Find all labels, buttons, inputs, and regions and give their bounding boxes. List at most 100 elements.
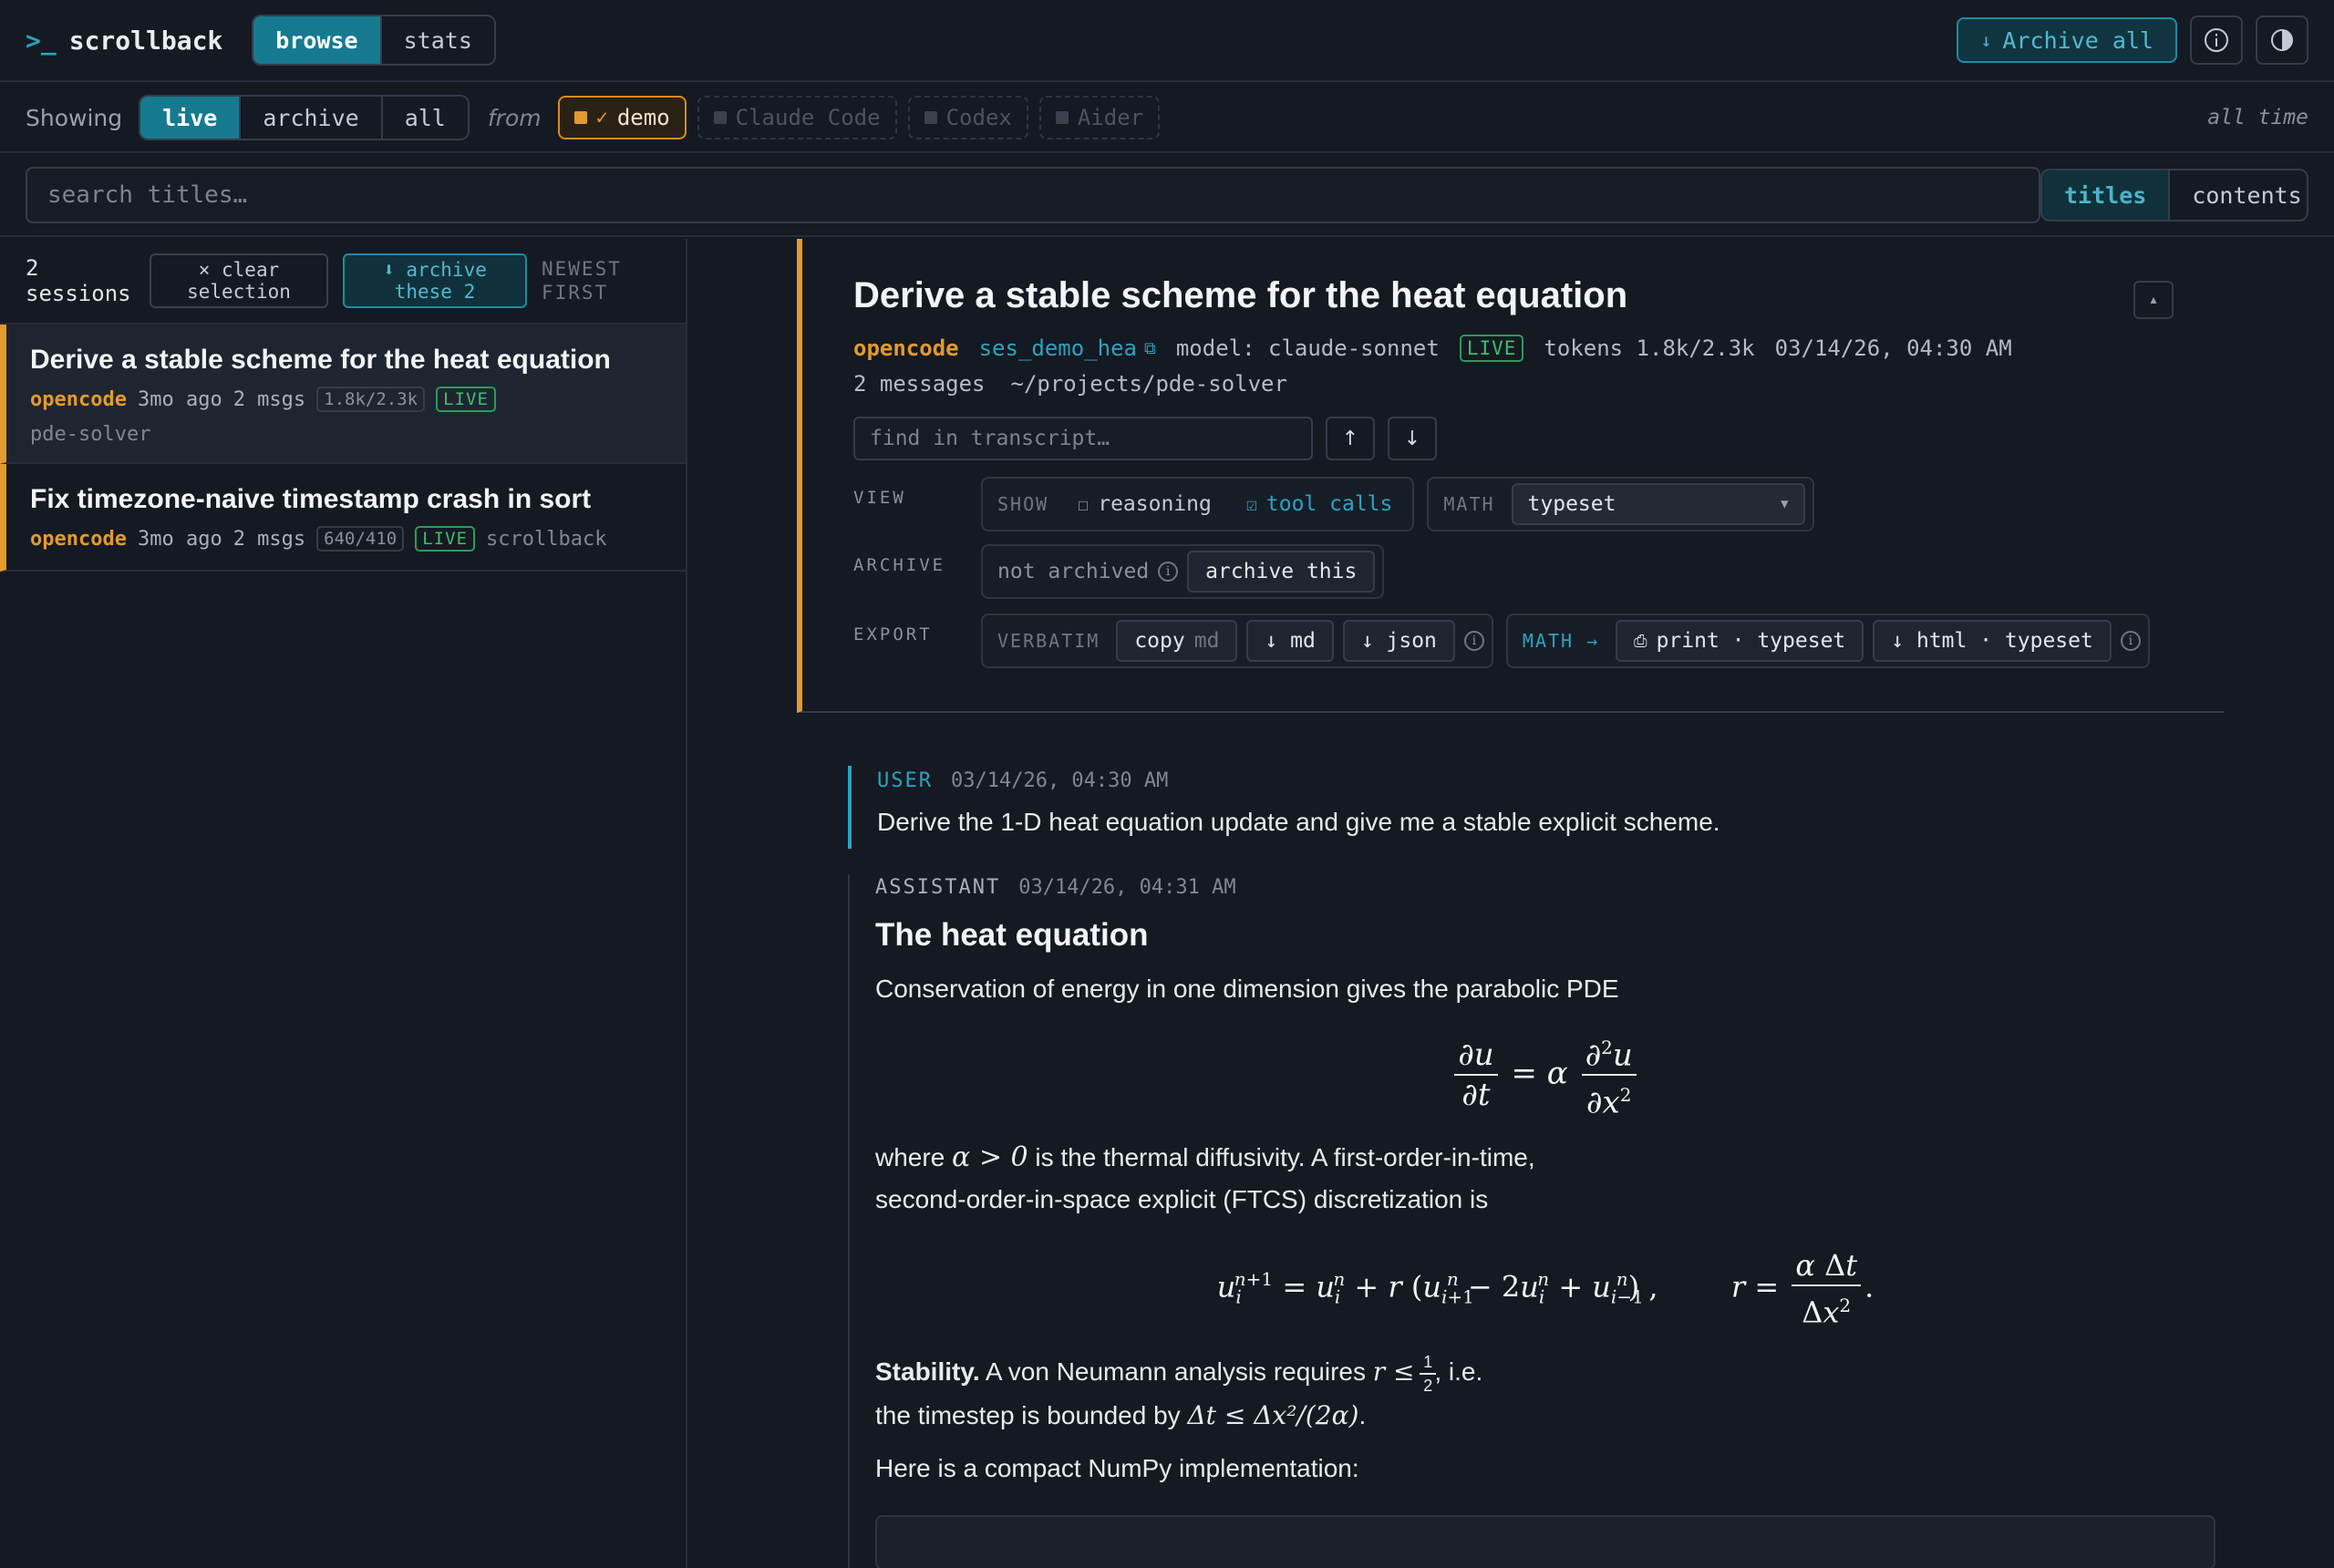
scope-toggle: live archive all <box>139 95 470 140</box>
archive-status: not archived <box>997 560 1150 583</box>
archive-label: ARCHIVE <box>853 555 946 575</box>
contrast-icon <box>2271 29 2293 51</box>
tab-stats[interactable]: stats <box>382 16 494 64</box>
sort-order-toggle[interactable]: NEWEST FIRST <box>542 257 622 304</box>
model-name: model: claude-sonnet <box>1175 335 1440 361</box>
tab-browse[interactable]: browse <box>253 16 382 64</box>
source-chip-aider[interactable]: Aider <box>1038 96 1161 139</box>
session-item[interactable]: Fix timezone-naive timestamp crash in so… <box>0 464 686 572</box>
clear-selection-button[interactable]: × clear selection <box>150 253 328 308</box>
detail-agent: opencode <box>853 335 959 361</box>
scope-archive[interactable]: archive <box>241 97 383 139</box>
source-chip-demo[interactable]: ✓ demo <box>557 96 687 139</box>
info-icon[interactable]: i <box>1158 562 1179 582</box>
detail-meta: opencode ses_demo_hea ⧉ model: claude-so… <box>853 333 2225 364</box>
detail-title: Derive a stable scheme for the heat equa… <box>853 275 1628 315</box>
info-icon[interactable]: i <box>2120 631 2141 651</box>
download-icon: ↓ <box>1980 29 1992 51</box>
source-color-swatch <box>573 111 587 124</box>
find-prev-button[interactable]: ↑ <box>1326 417 1375 460</box>
equation-heat-pde: ∂u ∂t = α ∂2u ∂x2 <box>875 1030 2215 1120</box>
session-list-header: 2 sessions × clear selection ⬇ archive t… <box>0 239 686 325</box>
message-paragraph: Stability. A von Neumann analysis requir… <box>875 1351 2215 1395</box>
math-export-group: MATH → ⎙ print · typeset ↓ html · typese… <box>1505 614 2150 668</box>
session-list-pane: 2 sessions × clear selection ⬇ archive t… <box>0 239 687 1568</box>
checkbox-icon: ☐ <box>1078 493 1090 515</box>
copy-icon[interactable]: ⧉ <box>1144 339 1156 358</box>
info-icon[interactable]: i <box>1463 631 1484 651</box>
archive-this-button[interactable]: archive this <box>1187 551 1376 593</box>
math-mode-select[interactable]: typeset ▼ <box>1511 483 1805 525</box>
source-label: Claude Code <box>735 105 881 130</box>
detail-meta-secondary: 2 messages ~/projects/pde-solver <box>853 371 2225 397</box>
token-usage: tokens 1.8k/2.3k <box>1544 335 1755 361</box>
math-export-caption: MATH → <box>1522 630 1600 652</box>
session-detail-header: ▴ Derive a stable scheme for the heat eq… <box>797 239 2225 713</box>
math-group: MATH typeset ▼ <box>1427 477 1814 531</box>
text-span: A von Neumann analysis requires <box>985 1357 1366 1387</box>
session-count-number: 2 <box>26 255 39 281</box>
session-id: ses_demo_hea <box>978 335 1137 361</box>
app-logo: >_ scrollback <box>26 26 222 56</box>
scope-all[interactable]: all <box>383 97 468 139</box>
message-paragraph: second-order-in-space explicit (FTCS) di… <box>875 1184 1489 1213</box>
fraction: ∂2u ∂x2 <box>1581 1030 1637 1120</box>
search-input[interactable] <box>26 167 2040 223</box>
archive-selected-button[interactable]: ⬇ archive these 2 <box>343 253 527 308</box>
terminal-prompt-icon: >_ <box>26 25 57 56</box>
top-actions: ↓ Archive all <box>1957 15 2308 65</box>
copy-md-button[interactable]: copy md <box>1116 620 1238 662</box>
session-msg-count: 2 msgs <box>232 527 306 551</box>
checkbox-checked-icon: ☑ <box>1245 493 1257 515</box>
find-in-transcript-input[interactable] <box>853 417 1313 460</box>
filter-bar: Showing live archive all from ✓ demo Cla… <box>0 84 2334 153</box>
session-count-label: sessions <box>26 281 131 306</box>
message-header: ASSISTANT 03/14/26, 04:31 AM <box>875 876 2215 899</box>
copy-label: copy <box>1134 629 1185 653</box>
download-json-button[interactable]: ↓ json <box>1342 620 1455 662</box>
tool-calls-toggle[interactable]: ☑ tool calls <box>1246 492 1393 516</box>
info-button[interactable] <box>2190 15 2243 65</box>
find-next-button[interactable]: ↓ <box>1388 417 1437 460</box>
text-span: the timestep is bounded by <box>875 1400 1181 1429</box>
printer-icon: ⎙ <box>1634 631 1647 651</box>
status-badge: LIVE <box>1459 335 1524 362</box>
search-mode-contents[interactable]: contents <box>2170 170 2307 220</box>
archive-all-button[interactable]: ↓ Archive all <box>1957 17 2177 63</box>
view-options-row: VIEW SHOW ☐ reasoning ☑ tool calls MATH … <box>853 477 2225 531</box>
search-row: titles contents <box>0 155 2334 237</box>
message-timestamp: 03/14/26, 04:30 AM <box>950 769 1169 792</box>
source-label: Aider <box>1077 105 1144 130</box>
show-caption: SHOW <box>997 493 1049 515</box>
bold-text: Stability. <box>875 1357 980 1387</box>
search-mode-titles[interactable]: titles <box>2042 170 2171 220</box>
source-chip-codex[interactable]: Codex <box>907 96 1028 139</box>
showing-label: Showing <box>26 104 123 131</box>
check-icon: ✓ <box>595 106 608 129</box>
verbatim-export-group: VERBATIM copy md ↓ md ↓ json i <box>981 614 1493 668</box>
text-span: , i.e. <box>1434 1357 1483 1387</box>
scope-live[interactable]: live <box>140 97 242 139</box>
text-span: is the thermal diffusivity. A first-orde… <box>1035 1142 1535 1171</box>
transcript: USER 03/14/26, 04:30 AM Derive the 1-D h… <box>848 766 2215 1568</box>
session-detail-pane: ▴ Derive a stable scheme for the heat eq… <box>689 239 2334 1568</box>
download-md-button[interactable]: ↓ md <box>1246 620 1334 662</box>
fraction: ∂u ∂t <box>1454 1037 1498 1112</box>
time-range-selector[interactable]: all time <box>2207 106 2308 129</box>
theme-toggle-button[interactable] <box>2256 15 2308 65</box>
info-icon <box>2205 28 2228 52</box>
session-msg-count: 2 msgs <box>232 387 306 411</box>
math-mode-value: typeset <box>1527 492 1616 516</box>
project-path: ~/projects/pde-solver <box>1010 371 1287 397</box>
source-color-swatch <box>713 111 727 124</box>
session-meta: opencode 3mo ago 2 msgs 640/410 LIVE scr… <box>30 526 662 552</box>
copy-format: md <box>1193 629 1220 653</box>
reasoning-toggle[interactable]: ☐ reasoning <box>1078 492 1212 516</box>
session-item[interactable]: Derive a stable scheme for the heat equa… <box>0 325 686 464</box>
download-html-button[interactable]: ↓ html · typeset <box>1873 620 2112 662</box>
source-chip-claude-code[interactable]: Claude Code <box>697 96 897 139</box>
show-group: SHOW ☐ reasoning ☑ tool calls <box>981 477 1415 531</box>
view-label: VIEW <box>853 488 906 508</box>
print-typeset-button[interactable]: ⎙ print · typeset <box>1616 620 1864 662</box>
collapse-button[interactable]: ▴ <box>2133 281 2174 319</box>
